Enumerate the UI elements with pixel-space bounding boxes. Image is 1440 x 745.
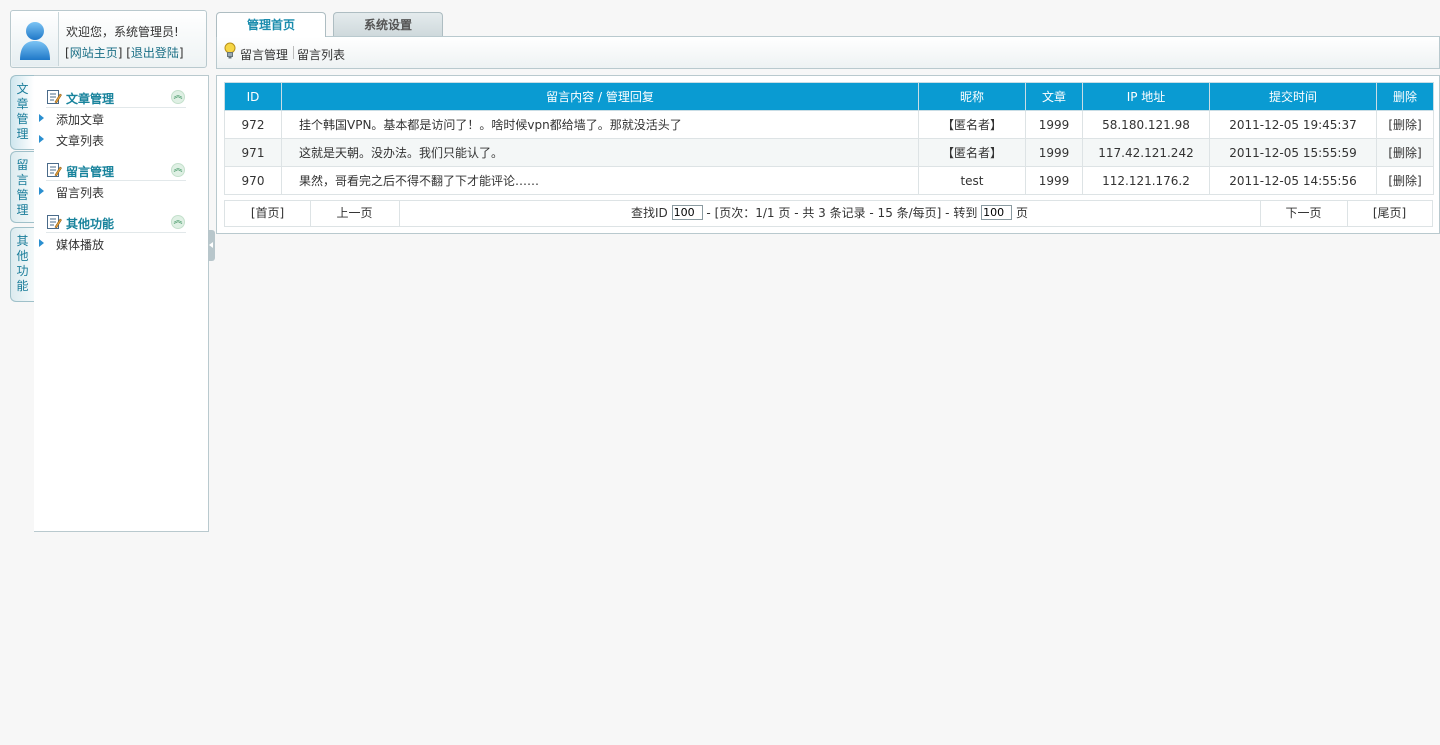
logout-link[interactable]: 退出登陆: [131, 46, 179, 60]
cell-content[interactable]: 这就是天朝。没办法。我们只能认了。: [281, 138, 919, 167]
prev-page-button[interactable]: 上一页: [310, 201, 400, 226]
welcome-text: 欢迎您，系统管理员!: [66, 25, 179, 39]
cell-content[interactable]: 果然，哥看完之后不得不翻了下才能评论……: [281, 166, 919, 195]
table-row: 970 果然，哥看完之后不得不翻了下才能评论…… test 1999 112.1…: [224, 166, 1434, 195]
menu-group-articles: 文章管理: [46, 87, 186, 108]
cell-time: 2011-12-05 15:55:59: [1209, 138, 1377, 167]
cell-ip: 117.42.121.242: [1082, 138, 1210, 167]
pagination-info: 查找ID - [页次：1/1 页 - 共 3 条记录 - 15 条/每页] - …: [399, 201, 1261, 226]
side-tab-label: 留言管理: [16, 158, 29, 217]
column-header-nickname: 昵称: [918, 82, 1026, 111]
find-id-input[interactable]: [671, 205, 703, 220]
cell-time: 2011-12-05 14:55:56: [1209, 166, 1377, 195]
delete-link[interactable]: [删除]: [1376, 166, 1434, 195]
delete-link[interactable]: [删除]: [1376, 138, 1434, 167]
goto-page-input[interactable]: [981, 205, 1013, 220]
side-tab-articles[interactable]: 文章管理: [10, 75, 34, 150]
menu-item-label: 媒体播放: [56, 238, 105, 252]
column-header-content: 留言内容 / 管理回复: [281, 82, 919, 111]
collapse-group-articles-icon[interactable]: ︽: [171, 90, 185, 104]
breadcrumb-item[interactable]: 留言管理: [240, 46, 288, 63]
column-header-delete: 删除: [1376, 82, 1434, 111]
main-content: ID 留言内容 / 管理回复 昵称 文章 IP 地址 提交时间 删除 972 挂…: [216, 75, 1440, 234]
menu-group-title: 文章管理: [66, 92, 115, 106]
page-unit-label: 页: [1015, 206, 1028, 220]
first-page-button[interactable]: [首页]: [225, 201, 311, 226]
user-links: [网站主页] [退出登陆]: [65, 46, 184, 60]
column-header-ip: IP 地址: [1082, 82, 1210, 111]
left-menu: 文章管理 ︽ 添加文章 文章列表 留言管理 ︽ 留言列表 其他功能 ︽ 媒体播放: [34, 75, 209, 532]
tab-system-settings[interactable]: 系统设置: [333, 12, 443, 36]
arrow-right-icon: [39, 239, 44, 247]
cell-nickname: test: [918, 166, 1026, 195]
find-id-label: 查找ID: [630, 206, 668, 220]
breadcrumb: 留言管理 留言列表: [216, 36, 1440, 69]
menu-group-messages: 留言管理: [46, 160, 186, 181]
menu-group-other: 其他功能: [46, 212, 186, 233]
tab-admin-home[interactable]: 管理首页: [216, 12, 326, 37]
table-header-row: ID 留言内容 / 管理回复 昵称 文章 IP 地址 提交时间 删除: [224, 82, 1434, 111]
site-home-link[interactable]: 网站主页: [70, 46, 118, 60]
edit-document-icon: [47, 163, 62, 177]
edit-document-icon: [47, 215, 62, 229]
breadcrumb-separator: [293, 46, 294, 59]
menu-group-title: 留言管理: [66, 165, 115, 179]
breadcrumb-item[interactable]: 留言列表: [297, 46, 345, 63]
table-row: 971 这就是天朝。没办法。我们只能认了。 【匿名者】 1999 117.42.…: [224, 138, 1434, 167]
side-tab-label: 其他功能: [16, 234, 29, 293]
side-tab-label: 文章管理: [16, 82, 29, 141]
cell-ip: 58.180.121.98: [1082, 110, 1210, 139]
arrow-right-icon: [39, 187, 44, 195]
page-info-text: - [页次：1/1 页 - 共 3 条记录 - 15 条/每页] - 转到: [706, 206, 978, 220]
cell-time: 2011-12-05 19:45:37: [1209, 110, 1377, 139]
column-header-id: ID: [224, 82, 282, 111]
arrow-right-icon: [39, 135, 44, 143]
user-panel: 欢迎您，系统管理员! [网站主页] [退出登陆]: [10, 10, 207, 68]
cell-id: 972: [224, 110, 282, 139]
cell-nickname: 【匿名者】: [918, 110, 1026, 139]
menu-item-label: 文章列表: [56, 134, 105, 148]
table-row: 972 挂个韩国VPN。基本都是访问了！。啥时候vpn都给墙了。那就没活头了 【…: [224, 110, 1434, 139]
delete-link[interactable]: [删除]: [1376, 110, 1434, 139]
collapse-group-messages-icon[interactable]: ︽: [171, 163, 185, 177]
column-header-time: 提交时间: [1209, 82, 1377, 111]
cell-nickname: 【匿名者】: [918, 138, 1026, 167]
menu-item-label: 留言列表: [56, 186, 105, 200]
collapse-group-other-icon[interactable]: ︽: [171, 215, 185, 229]
pagination-bar: [首页] 上一页 查找ID - [页次：1/1 页 - 共 3 条记录 - 15…: [224, 200, 1433, 227]
cell-article: 1999: [1025, 110, 1083, 139]
lightbulb-icon: [224, 42, 236, 59]
user-avatar-icon: [20, 22, 50, 60]
next-page-button[interactable]: 下一页: [1260, 201, 1348, 226]
message-table: ID 留言内容 / 管理回复 昵称 文章 IP 地址 提交时间 删除 972 挂…: [224, 82, 1434, 195]
menu-group-title: 其他功能: [66, 217, 115, 231]
side-tab-messages[interactable]: 留言管理: [10, 151, 34, 223]
cell-article: 1999: [1025, 166, 1083, 195]
cell-ip: 112.121.176.2: [1082, 166, 1210, 195]
edit-document-icon: [47, 90, 62, 104]
sidebar-collapse-handle[interactable]: [208, 230, 215, 261]
cell-id: 971: [224, 138, 282, 167]
cell-content[interactable]: 挂个韩国VPN。基本都是访问了！。啥时候vpn都给墙了。那就没活头了: [281, 110, 919, 139]
column-header-article: 文章: [1025, 82, 1083, 111]
last-page-button[interactable]: [尾页]: [1347, 201, 1432, 226]
cell-id: 970: [224, 166, 282, 195]
menu-item-label: 添加文章: [56, 113, 105, 127]
arrow-right-icon: [39, 114, 44, 122]
avatar: [12, 12, 59, 66]
side-tab-other[interactable]: 其他功能: [10, 227, 34, 302]
cell-article: 1999: [1025, 138, 1083, 167]
